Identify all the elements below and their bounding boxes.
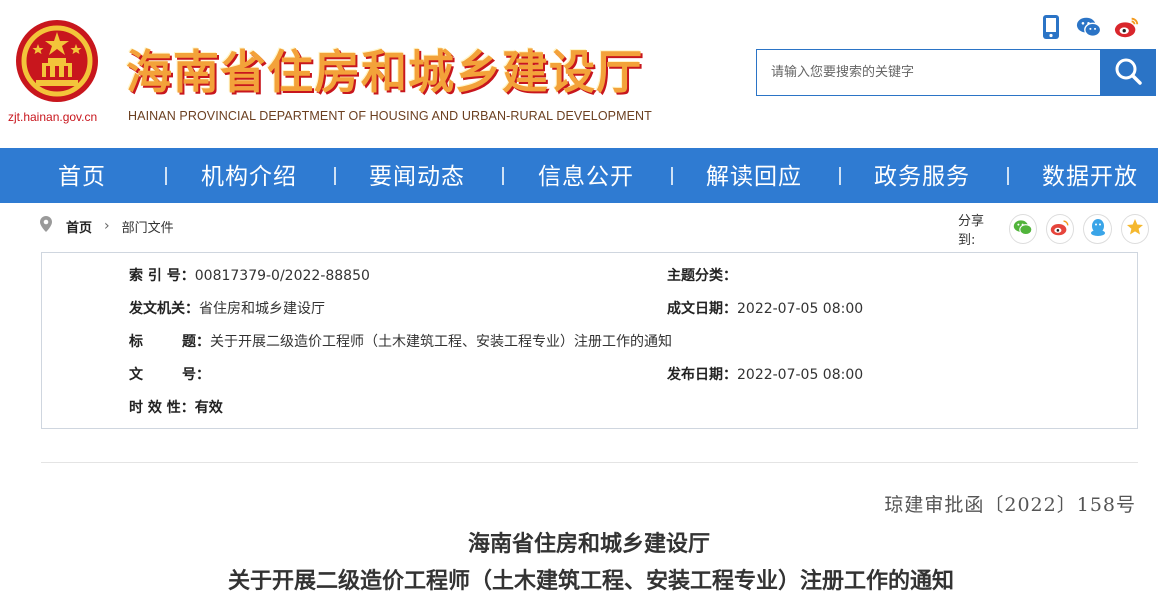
info-issuer-label: 发文机关：	[129, 301, 199, 317]
info-title-value: 关于开展二级造价工程师（土木建筑工程、安装工程专业）注册工作的通知	[210, 334, 672, 350]
info-issuer-value: 省住房和城乡建设厅	[199, 301, 325, 317]
qzone-icon	[1126, 218, 1144, 240]
mobile-icon[interactable]	[1038, 14, 1064, 40]
info-title: 标 题：关于开展二级造价工程师（土木建筑工程、安装工程专业）注册工作的通知	[129, 331, 672, 351]
info-validity: 时 效 性：有效	[129, 397, 223, 417]
info-docno-label: 文 号：	[129, 367, 210, 383]
nav-separator	[671, 167, 673, 185]
info-published-value: 2022-07-05 08:00	[737, 367, 864, 383]
share-label: 分享到:	[958, 214, 985, 248]
search-box	[756, 49, 1156, 96]
info-topic-label: 主题分类：	[667, 268, 737, 284]
info-index-value: 00817379-0/2022-88850	[194, 268, 370, 284]
nav-open-data[interactable]: 数据开放	[1042, 148, 1138, 203]
qq-icon	[1090, 218, 1106, 241]
nav-interpretation[interactable]: 解读回应	[706, 148, 802, 203]
wechat-icon[interactable]	[1076, 14, 1102, 40]
wechat-icon	[1013, 219, 1033, 240]
info-validity-label: 时 效 性：	[129, 400, 195, 416]
info-index: 索 引 号：00817379-0/2022-88850	[129, 265, 370, 285]
nav-news[interactable]: 要闻动态	[369, 148, 465, 203]
search-button[interactable]	[1100, 50, 1155, 95]
site-header: zjt.hainan.gov.cn 海南省住房和城乡建设厅 HAINAN PRO…	[0, 0, 1158, 148]
site-subtitle: HAINAN PROVINCIAL DEPARTMENT OF HOUSING …	[128, 109, 652, 123]
share-qzone-button[interactable]	[1120, 214, 1150, 244]
main-nav: 首页 机构介绍 要闻动态 信息公开 解读回应 政务服务 数据开放	[0, 148, 1158, 203]
document-info-panel: 索 引 号：00817379-0/2022-88850 主题分类： 发文机关：省…	[41, 252, 1138, 429]
nav-separator	[165, 167, 167, 185]
site-domain: zjt.hainan.gov.cn	[8, 110, 98, 124]
search-icon	[1113, 56, 1143, 90]
nav-separator	[839, 167, 841, 185]
breadcrumb-current[interactable]: 部门文件	[122, 217, 174, 236]
nav-separator	[502, 167, 504, 185]
weibo-icon[interactable]	[1114, 14, 1140, 40]
share-bar: 分享到:	[958, 210, 1158, 248]
location-pin-icon	[40, 216, 52, 236]
info-published: 发布日期：2022-07-05 08:00	[667, 364, 863, 384]
breadcrumb: 首页 › 部门文件	[40, 212, 174, 240]
document-title-line1: 海南省住房和城乡建设厅	[467, 531, 710, 557]
info-topic: 主题分类：	[667, 265, 737, 285]
info-validity-value: 有效	[194, 400, 223, 416]
nav-separator	[334, 167, 336, 185]
info-published-label: 发布日期：	[667, 367, 737, 383]
nav-home[interactable]: 首页	[58, 148, 106, 203]
info-docno: 文 号：	[129, 364, 210, 384]
nav-about[interactable]: 机构介绍	[201, 148, 297, 203]
content-divider	[41, 462, 1138, 463]
share-qq-button[interactable]	[1083, 214, 1112, 244]
info-index-label: 索 引 号：	[129, 268, 195, 284]
top-icon-bar	[1038, 14, 1140, 40]
info-created-label: 成文日期：	[667, 301, 737, 317]
national-emblem-logo	[14, 18, 100, 104]
document-title-line2: 关于开展二级造价工程师（土木建筑工程、安装工程专业）注册工作的通知	[227, 568, 954, 594]
info-created: 成文日期：2022-07-05 08:00	[667, 298, 863, 318]
nav-info-disclosure[interactable]: 信息公开	[538, 148, 634, 203]
document-number: 琼建审批函〔2022〕158号	[884, 494, 1136, 516]
info-issuer: 发文机关：省住房和城乡建设厅	[129, 298, 325, 318]
site-title: 海南省住房和城乡建设厅	[126, 45, 643, 99]
info-created-value: 2022-07-05 08:00	[737, 301, 864, 317]
breadcrumb-home[interactable]: 首页	[66, 217, 92, 236]
share-wechat-button[interactable]	[1008, 214, 1038, 244]
weibo-icon	[1050, 219, 1070, 240]
search-input[interactable]	[757, 50, 1101, 95]
chevron-right-icon: ›	[104, 218, 110, 234]
info-title-label: 标 题：	[129, 334, 210, 350]
nav-services[interactable]: 政务服务	[874, 148, 970, 203]
nav-separator	[1007, 167, 1009, 185]
share-weibo-button[interactable]	[1046, 214, 1075, 244]
